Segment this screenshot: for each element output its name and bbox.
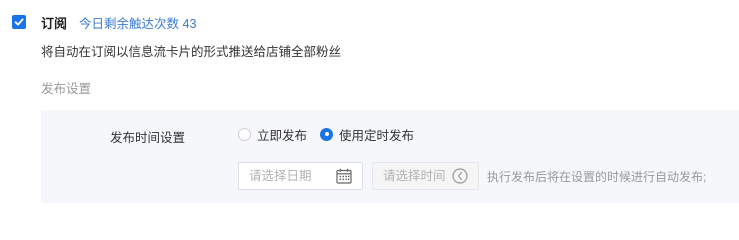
publish-settings-title: 发布设置 [41,82,92,96]
publish-settings-panel: 发布时间设置 立即发布 使用定时发布 请选择日期 请选择时间 执行发布后将在设置… [41,110,739,203]
date-picker[interactable] [238,162,363,190]
remaining-reach-count: 今日剩余触达次数 43 [79,16,197,31]
radio-button-selected[interactable] [320,127,334,141]
subscribe-label[interactable]: 订阅 [41,13,67,32]
radio-label: 使用定时发布 [339,128,415,143]
radio-label: 立即发布 [257,128,308,143]
subscribe-checkbox[interactable] [12,15,26,29]
radio-button[interactable] [238,127,251,141]
radio-publish-now[interactable]: 立即发布 [238,125,307,144]
time-input[interactable] [373,168,450,184]
radio-scheduled-publish[interactable]: 使用定时发布 [320,125,414,144]
subscription-description: 将自动在订阅以信息流卡片的形式推送给店铺全部粉丝 [41,45,342,59]
time-picker[interactable] [372,162,479,190]
publish-time-radio-group: 立即发布 使用定时发布 [238,125,427,143]
date-input[interactable] [239,168,334,184]
check-icon [14,18,24,26]
subscription-row: 订阅 今日剩余触达次数 43 [12,12,196,32]
publish-time-label: 发布时间设置 [110,131,186,145]
publish-hint-text: 执行发布后将在设置的时候进行自动发布; [487,170,707,184]
calendar-icon[interactable] [334,166,354,186]
clock-icon[interactable] [450,166,470,186]
